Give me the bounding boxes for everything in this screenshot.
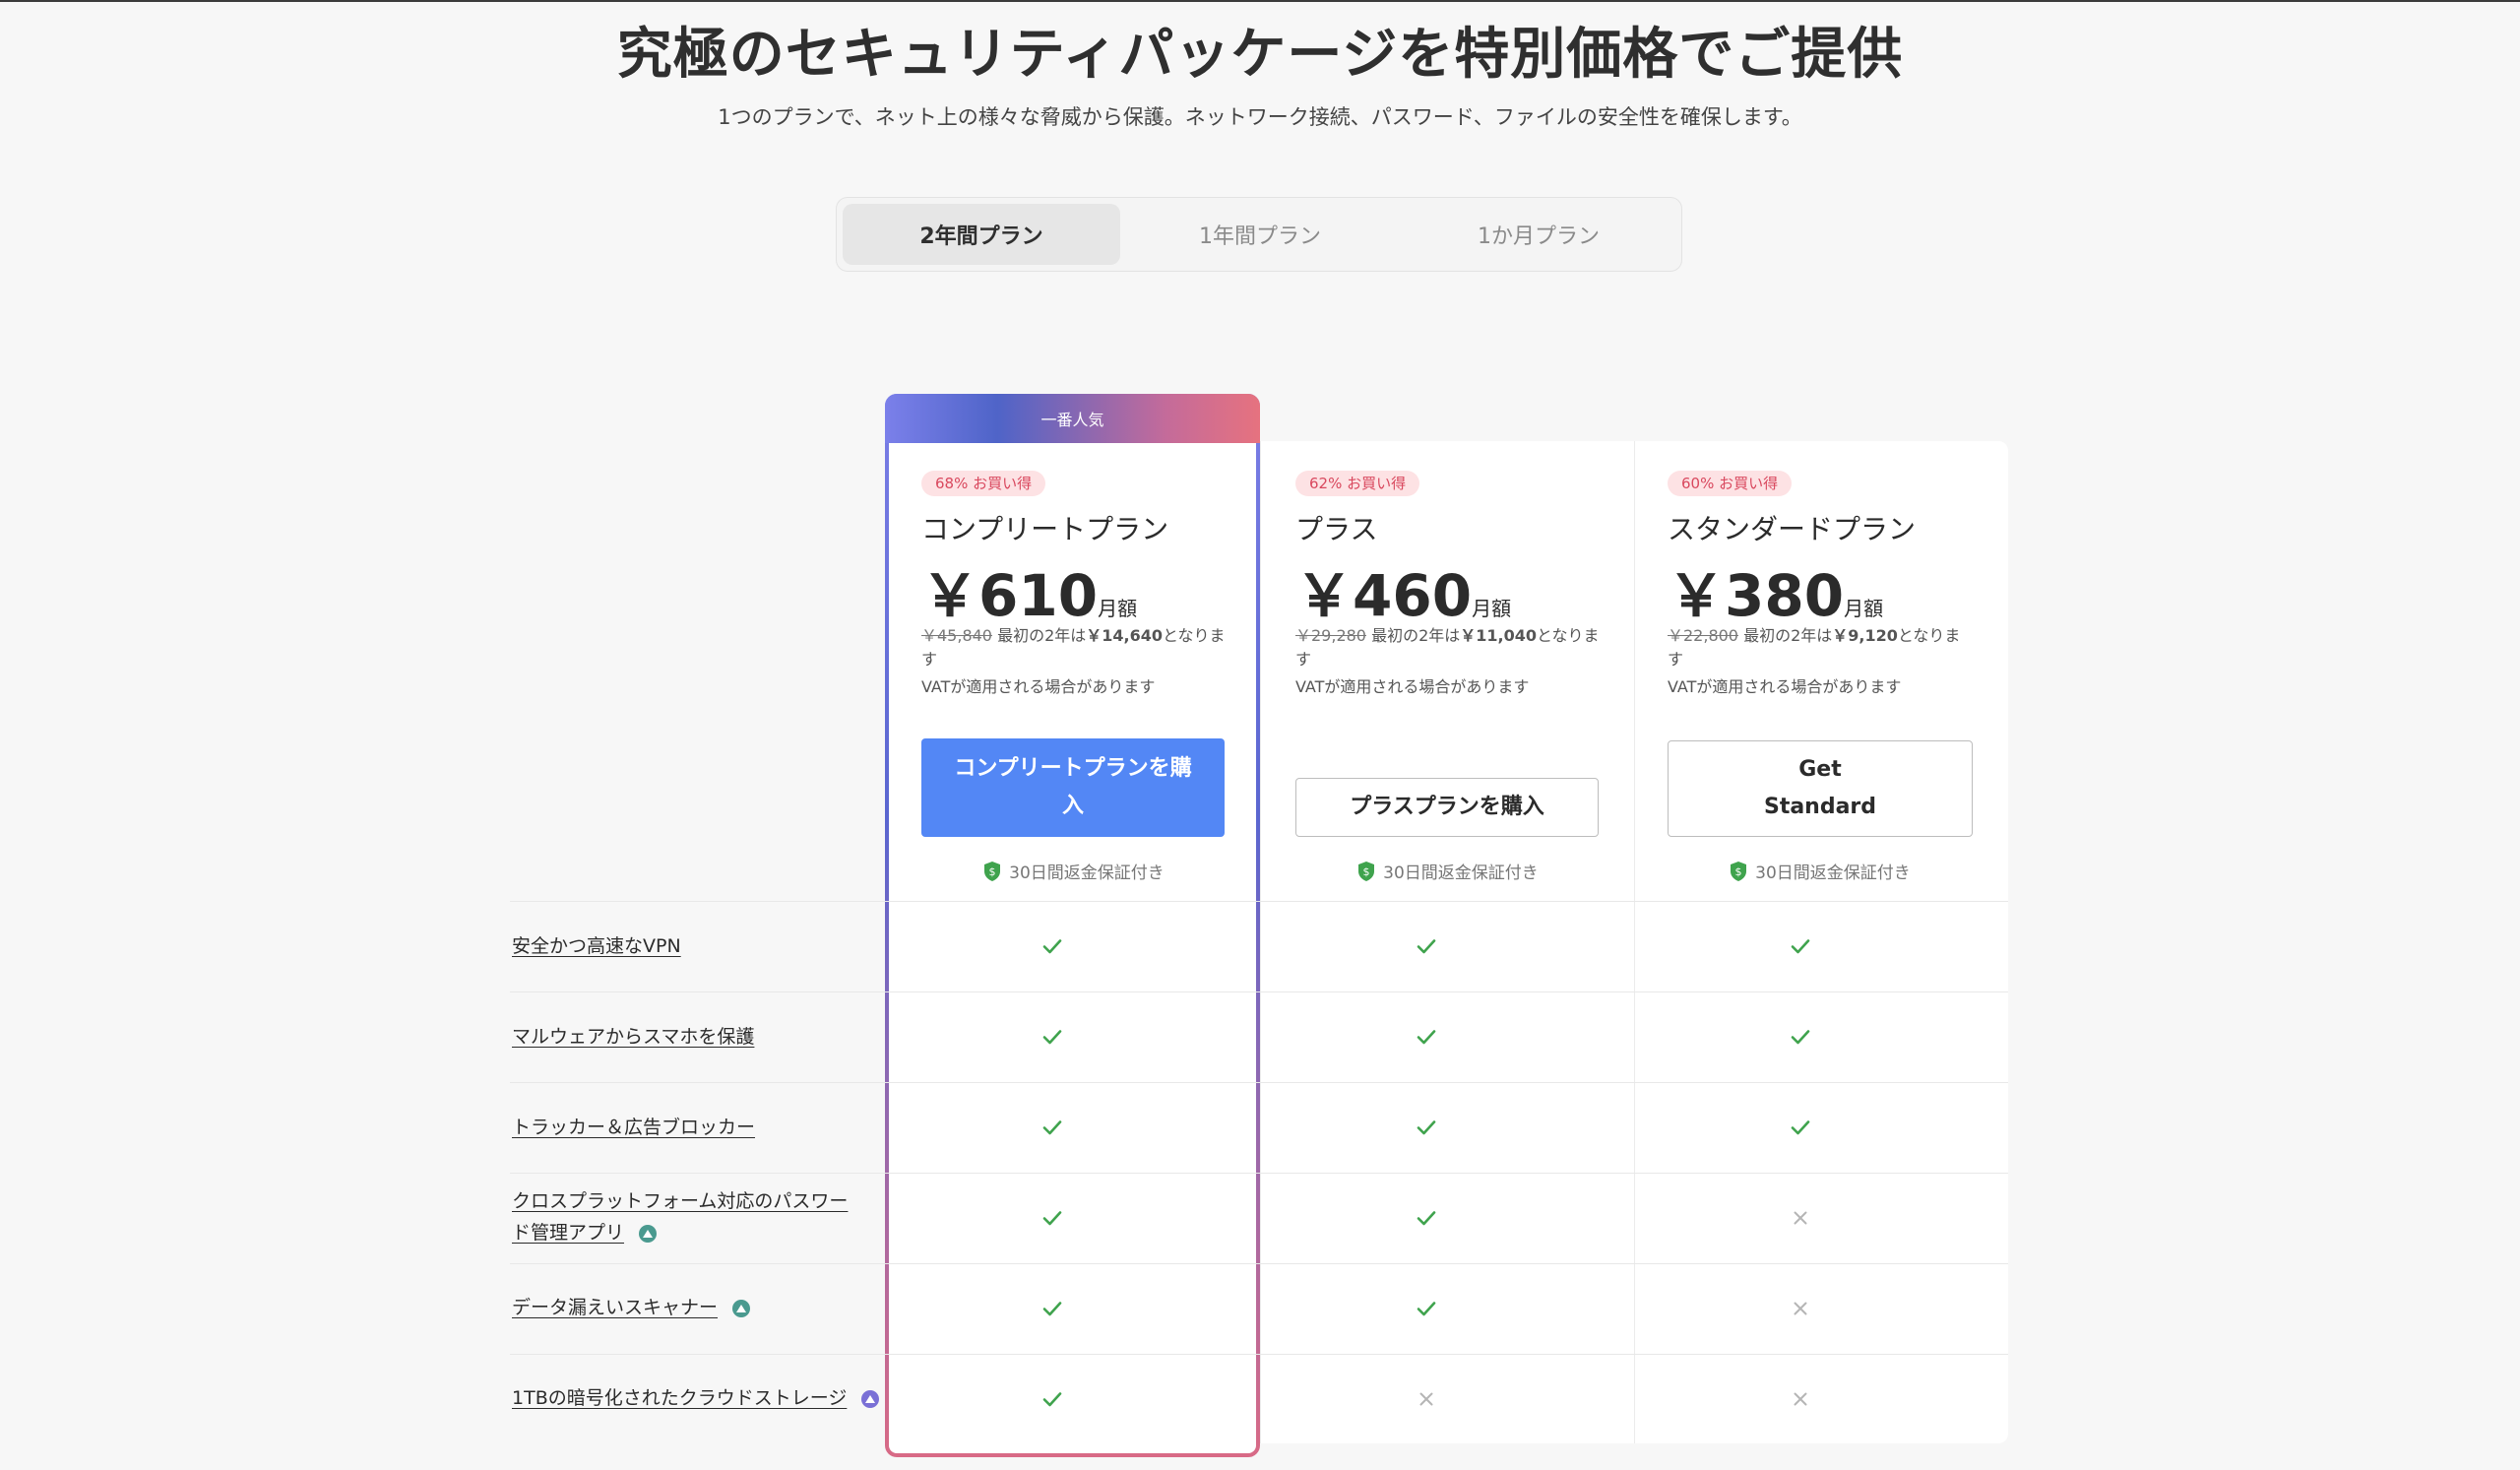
password-app-icon [639, 1224, 658, 1243]
row-divider [510, 1082, 2008, 1083]
note-prefix: 最初の2年は [1743, 626, 1833, 645]
feature-malware[interactable]: マルウェアからスマホを保護 [512, 1021, 754, 1053]
feature-label[interactable]: 安全かつ高速なVPN [512, 935, 681, 957]
guarantee-text: 30日間返金保証付き [1383, 863, 1539, 883]
top-border [0, 0, 2520, 2]
plan-price: ￥460月額 [1295, 549, 1511, 632]
shield-icon: $ [984, 861, 1001, 881]
check-icon [1417, 1302, 1436, 1316]
shield-icon: $ [1358, 861, 1375, 881]
check-icon [1417, 939, 1436, 954]
feature-password-manager[interactable]: クロスプラットフォーム対応のパスワー ド管理アプリ [512, 1185, 848, 1248]
row-divider [510, 991, 2008, 992]
column-divider [1260, 441, 1261, 1443]
buy-plus-button[interactable]: プラスプランを購入 [1295, 778, 1599, 837]
feature-vpn[interactable]: 安全かつ高速なVPN [512, 930, 681, 962]
discount-badge: 62% お買い得 [1295, 471, 1420, 496]
feature-label[interactable]: マルウェアからスマホを保護 [512, 1026, 754, 1048]
tab-1-year[interactable]: 1年間プラン [1121, 204, 1399, 265]
price-note: ￥22,800 最初の2年は￥9,120となります VATが適用される場合があり… [1668, 624, 1973, 699]
price-amount: ￥380 [1668, 562, 1845, 629]
price-unit: 月額 [1098, 597, 1138, 620]
check-icon [1791, 1120, 1810, 1135]
plan-name: コンプリートプラン [921, 513, 1169, 545]
discount-badge: 68% お買い得 [921, 471, 1046, 496]
button-line: Standard [1763, 795, 1877, 819]
feature-cloud-storage[interactable]: 1TBの暗号化されたクラウドストレージ [512, 1382, 880, 1414]
feature-label[interactable]: データ漏えいスキャナー [512, 1297, 718, 1318]
discount-badge: 60% お買い得 [1668, 471, 1793, 496]
tab-2-year[interactable]: 2年間プラン [843, 204, 1120, 265]
plan-name: スタンダードプラン [1668, 513, 1917, 545]
button-line: Get [1798, 757, 1842, 782]
feature-label[interactable]: ド管理アプリ [512, 1222, 624, 1244]
scanner-icon [732, 1299, 751, 1317]
cloud-storage-icon [861, 1389, 880, 1408]
money-back-guarantee: $ 30日間返金保証付き [1668, 859, 1973, 883]
original-price: ￥29,280 [1295, 626, 1366, 645]
svg-text:$: $ [1735, 865, 1742, 878]
feature-label[interactable]: トラッカー＆広告ブロッカー [512, 1117, 755, 1138]
popular-banner: 一番人気 [885, 394, 1260, 443]
check-icon [1042, 1120, 1062, 1135]
note-prefix: 最初の2年は [1371, 626, 1461, 645]
plan-price: ￥610月額 [921, 549, 1137, 632]
total-price: ￥14,640 [1086, 626, 1164, 645]
price-unit: 月額 [1844, 597, 1884, 620]
cross-icon [1794, 1211, 1807, 1225]
check-icon [1791, 939, 1810, 954]
feature-breach-scanner[interactable]: データ漏えいスキャナー [512, 1292, 751, 1323]
price-note: ￥29,280 最初の2年は￥11,040となります VATが適用される場合があ… [1295, 624, 1601, 699]
svg-text:$: $ [1363, 865, 1370, 878]
price-unit: 月額 [1472, 597, 1512, 620]
feature-tracker-blocker[interactable]: トラッカー＆広告ブロッカー [512, 1112, 755, 1143]
check-icon [1042, 1030, 1062, 1045]
plan-price: ￥380月額 [1668, 549, 1883, 632]
feature-label[interactable]: 1TBの暗号化されたクラウドストレージ [512, 1387, 847, 1409]
plan-name: プラス [1295, 513, 1378, 545]
plan-duration-tabs: 2年間プラン 1年間プラン 1か月プラン [836, 197, 1682, 272]
price-amount: ￥460 [1295, 562, 1473, 629]
page-title: 究極のセキュリティパッケージを特別価格でご提供 [616, 23, 1904, 87]
buy-complete-button[interactable]: コンプリートプランを購入 [921, 738, 1225, 837]
money-back-guarantee: $ 30日間返金保証付き [921, 859, 1227, 883]
check-icon [1791, 1030, 1810, 1045]
check-icon [1417, 1211, 1436, 1226]
buy-standard-button[interactable]: Get Standard [1668, 740, 1973, 837]
money-back-guarantee: $ 30日間返金保証付き [1295, 859, 1601, 883]
price-amount: ￥610 [921, 562, 1099, 629]
vat-note: VATが適用される場合があります [1668, 677, 1902, 696]
vat-note: VATが適用される場合があります [1295, 677, 1530, 696]
feature-label[interactable]: クロスプラットフォーム対応のパスワー [512, 1190, 848, 1212]
check-icon [1042, 939, 1062, 954]
check-icon [1042, 1211, 1062, 1226]
cross-icon [1794, 1302, 1807, 1315]
price-note: ￥45,840 最初の2年は￥14,640となります VATが適用される場合があ… [921, 624, 1227, 699]
cross-icon [1794, 1392, 1807, 1406]
page-subtitle: 1つのプランで、ネット上の様々な脅威から保護。ネットワーク接続、パスワード、ファ… [718, 105, 1802, 129]
tab-1-month[interactable]: 1か月プラン [1400, 204, 1677, 265]
shield-icon: $ [1731, 861, 1747, 881]
column-divider [1634, 441, 1635, 1443]
row-divider [510, 901, 2008, 902]
svg-text:$: $ [989, 865, 996, 878]
original-price: ￥45,840 [921, 626, 992, 645]
check-icon [1042, 1302, 1062, 1316]
row-divider [510, 1173, 2008, 1174]
check-icon [1417, 1030, 1436, 1045]
cross-icon [1419, 1392, 1433, 1406]
guarantee-text: 30日間返金保証付き [1755, 863, 1911, 883]
total-price: ￥11,040 [1460, 626, 1538, 645]
row-divider [510, 1354, 2008, 1355]
note-prefix: 最初の2年は [997, 626, 1087, 645]
vat-note: VATが適用される場合があります [921, 677, 1156, 696]
check-icon [1042, 1392, 1062, 1407]
check-icon [1417, 1120, 1436, 1135]
row-divider [510, 1263, 2008, 1264]
original-price: ￥22,800 [1668, 626, 1738, 645]
total-price: ￥9,120 [1832, 626, 1898, 645]
guarantee-text: 30日間返金保証付き [1009, 863, 1165, 883]
